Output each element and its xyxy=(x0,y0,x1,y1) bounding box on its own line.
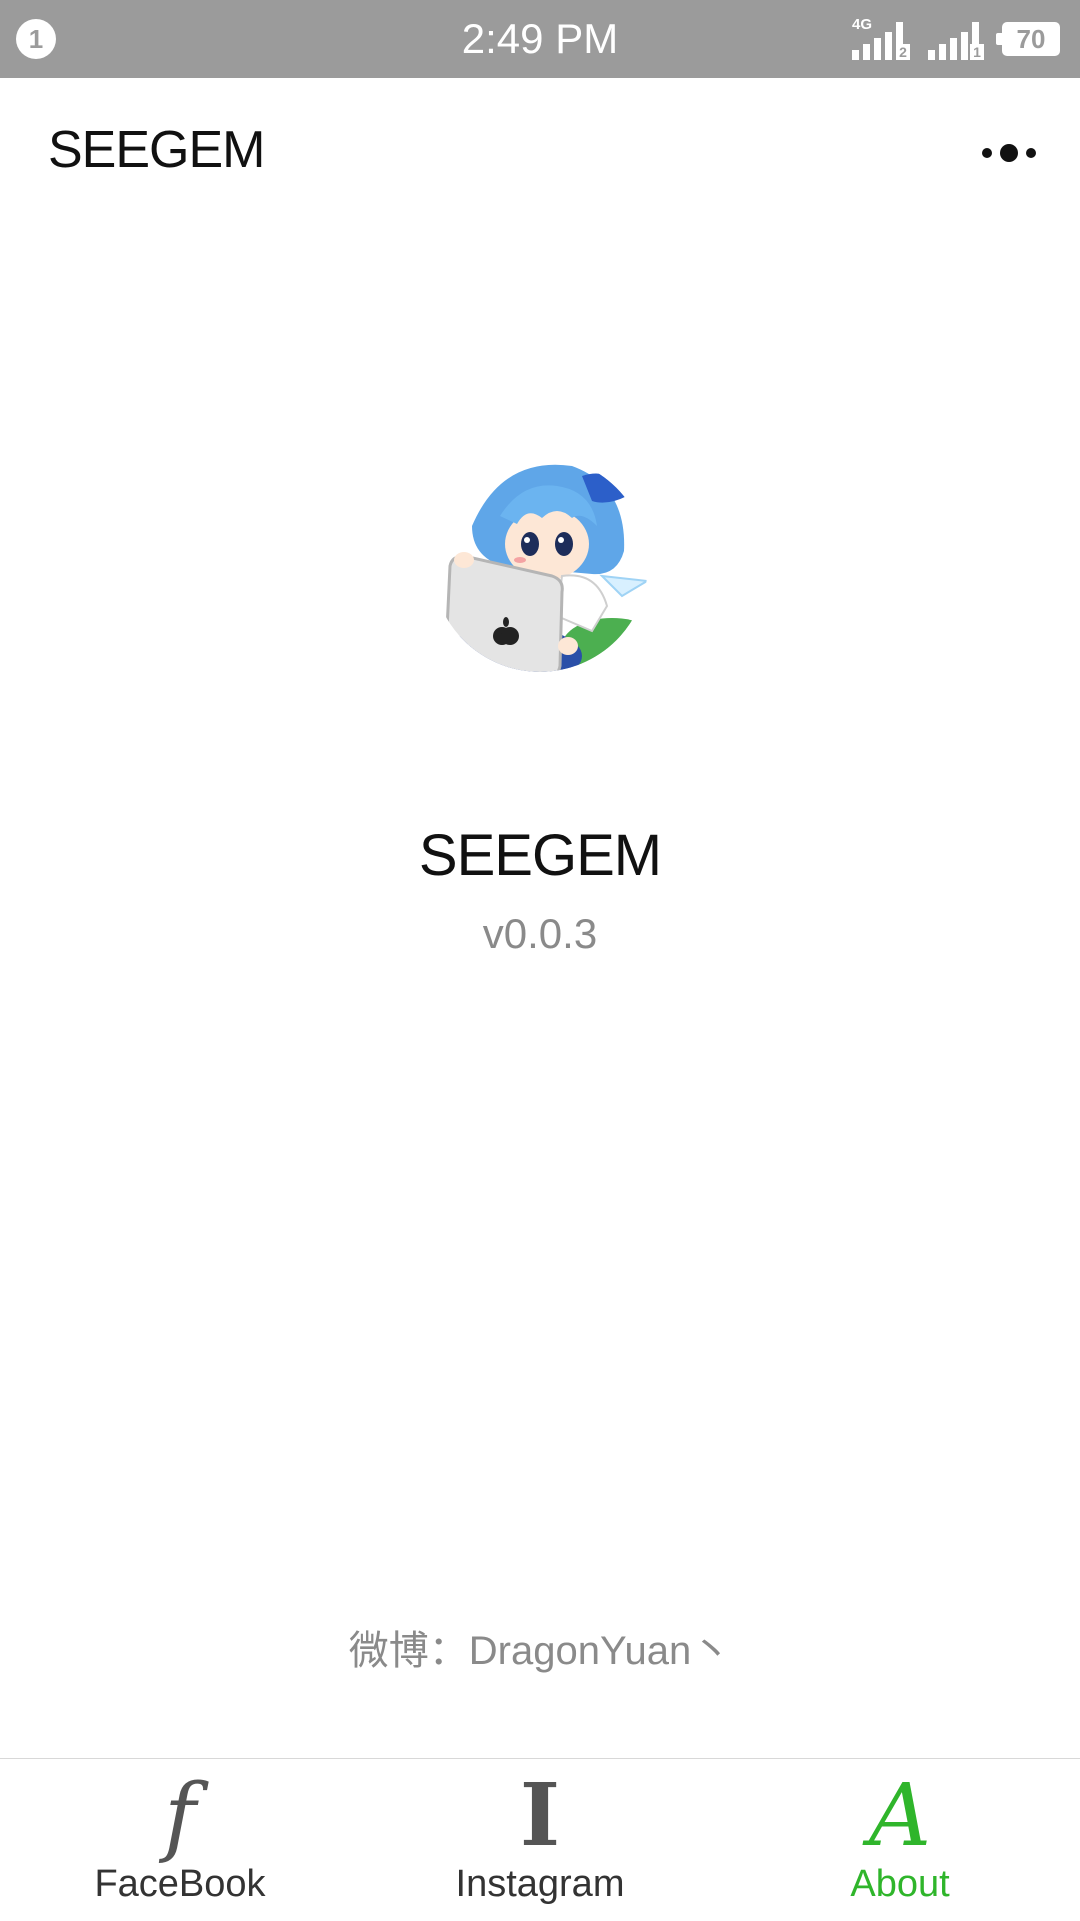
page-title: SEEGEM xyxy=(48,121,265,179)
tab-facebook[interactable]: f FaceBook xyxy=(0,1759,360,1921)
sim1-signal-icon: 4G 2 xyxy=(852,16,912,60)
app-header: SEEGEM xyxy=(0,78,1080,224)
sim1-index: 2 xyxy=(896,44,910,60)
status-bar: 1 2:49 PM 4G 2 1 70 xyxy=(0,0,1080,78)
tab-label: About xyxy=(850,1863,950,1905)
tab-label: FaceBook xyxy=(94,1863,266,1905)
app-name: SEEGEM xyxy=(418,823,662,888)
avatar xyxy=(432,456,648,672)
tab-instagram[interactable]: I Instagram xyxy=(360,1759,720,1921)
weibo-link[interactable]: 微博：DragonYuan丶 xyxy=(0,1618,1080,1676)
more-dots-icon[interactable] xyxy=(970,126,1070,182)
facebook-icon: f xyxy=(164,1766,196,1866)
instagram-icon: I xyxy=(519,1765,561,1866)
battery-icon: 70 xyxy=(1002,22,1060,56)
anime-character-with-tablet-avatar xyxy=(432,456,648,672)
bottom-tab-bar: f FaceBook I Instagram A About xyxy=(0,1758,1080,1921)
tab-about[interactable]: A About xyxy=(720,1759,1080,1921)
status-time: 2:49 PM xyxy=(461,15,619,62)
about-icon: A xyxy=(868,1766,932,1866)
sim2-index: 1 xyxy=(970,44,984,60)
network-type-label: 4G xyxy=(852,16,873,33)
app-version: v0.0.3 xyxy=(482,910,598,957)
sim2-signal-icon: 1 xyxy=(926,18,986,60)
tab-label: Instagram xyxy=(455,1863,625,1905)
